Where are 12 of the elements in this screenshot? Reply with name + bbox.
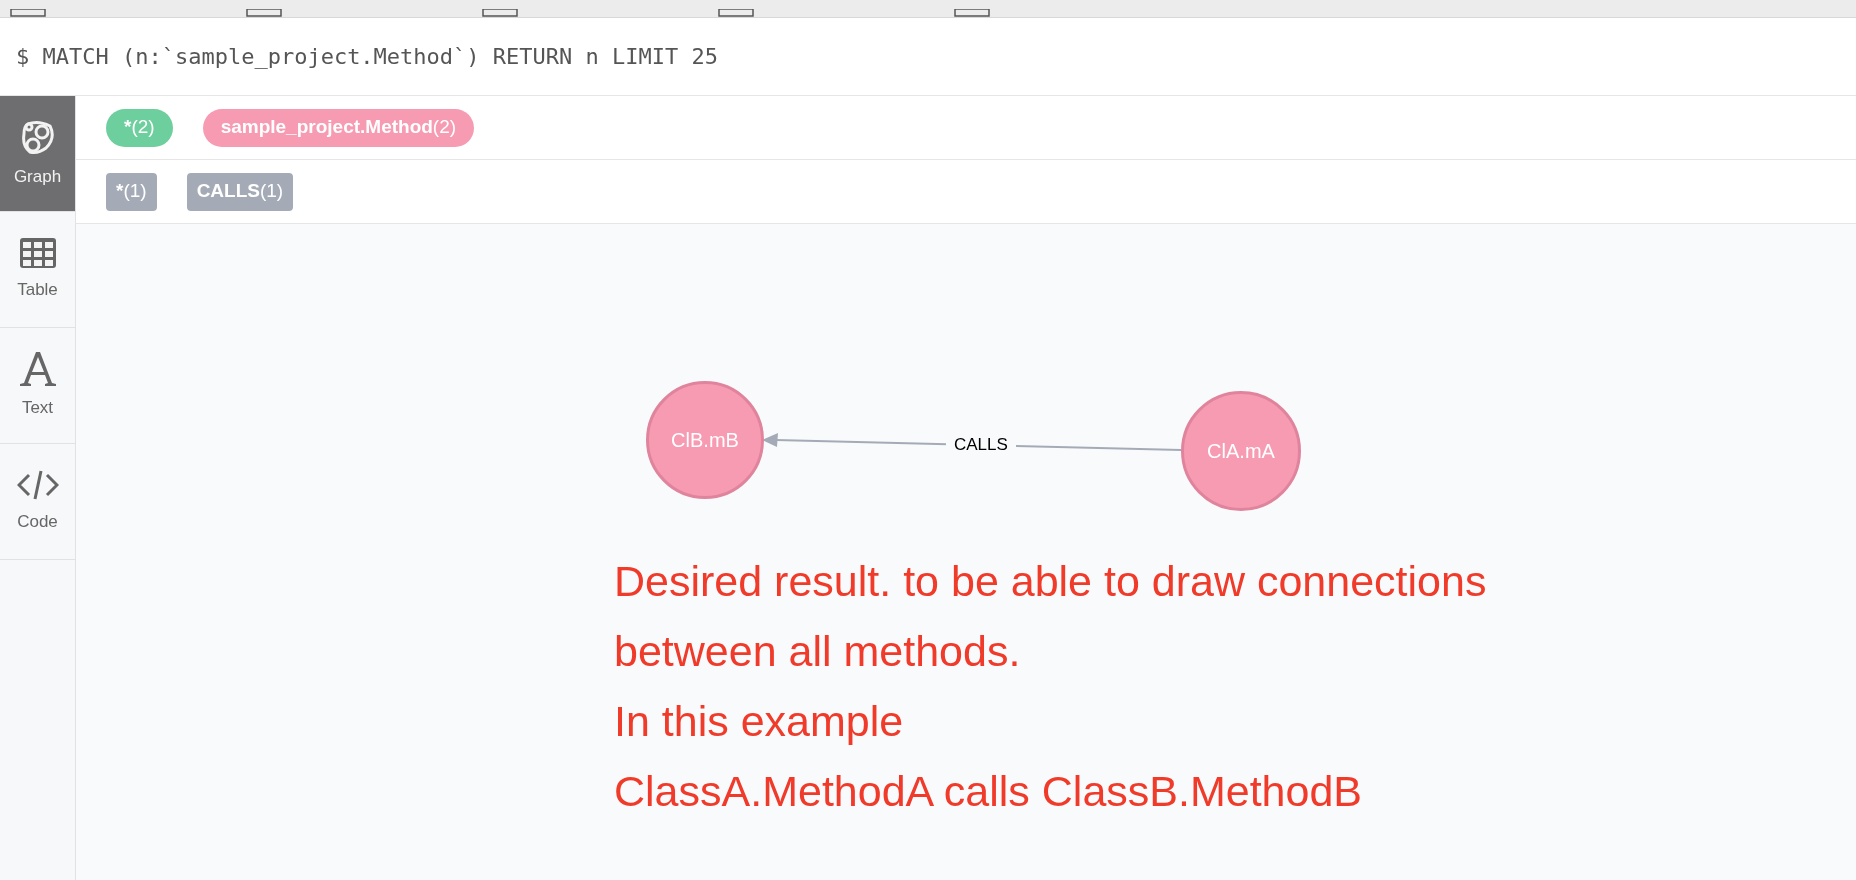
letter-icon (18, 350, 57, 387)
graph-node[interactable]: ClA.mA (1181, 391, 1301, 511)
annotation-text: Desired result. to be able to draw connections between all methods. In this example ClassA.MethodA calls ClassB.MethodB (614, 556, 1487, 817)
table-icon (18, 236, 57, 269)
node-label-tag[interactable]: sample_project.Method(2) (202, 108, 475, 147)
code-icon (16, 468, 59, 501)
relationship-tag[interactable]: CALLS(1) (186, 172, 294, 211)
query-text: $ MATCH (n:`sample_project.Method`) RETURN n LIMIT 25 (16, 43, 718, 71)
node-label-tag[interactable]: *(2) (106, 108, 173, 147)
view-tab[interactable]: Graph (0, 96, 75, 212)
graph-node[interactable]: ClB.mB (646, 381, 764, 499)
relationship-tag[interactable]: *(1) (106, 172, 157, 211)
